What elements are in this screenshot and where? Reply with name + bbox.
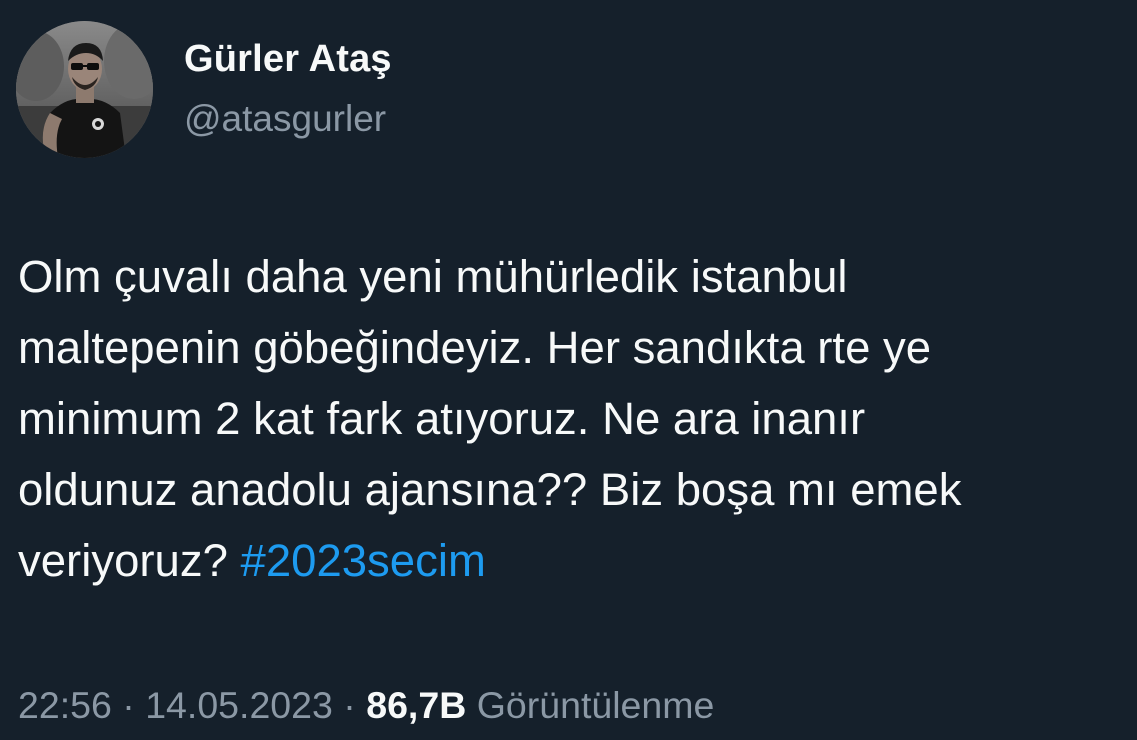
tweet-time[interactable]: 22:56 xyxy=(18,684,112,726)
author-display-name[interactable]: Gürler Ataş xyxy=(184,36,392,82)
avatar[interactable] xyxy=(16,21,153,158)
tweet-text-line: maltepenin göbeğindeyiz. Her sandıkta rt… xyxy=(18,322,932,373)
tweet-text: Olm çuvalı daha yeni mühürledik istanbul… xyxy=(18,241,1128,596)
avatar-photo-icon xyxy=(16,21,153,158)
views-count[interactable]: 86,7B xyxy=(366,684,466,726)
tweet-date[interactable]: 14.05.2023 xyxy=(145,684,333,726)
meta-separator: · xyxy=(343,684,356,726)
tweet-text-line: minimum 2 kat fark atıyoruz. Ne ara inan… xyxy=(18,393,866,444)
tweet-meta: 22:56 · 14.05.2023 · 86,7B Görüntülenme xyxy=(18,680,714,730)
tweet-text-fragment: veriyoruz? xyxy=(18,535,241,586)
tweet-text-line: Olm çuvalı daha yeni mühürledik istanbul xyxy=(18,251,848,302)
author-block: Gürler Ataş @atasgurler xyxy=(184,36,392,142)
tweet-card: Gürler Ataş @atasgurler Olm çuvalı daha … xyxy=(0,0,1137,740)
tweet-text-line: oldunuz anadolu ajansına?? Biz boşa mı e… xyxy=(18,464,962,515)
hashtag-link[interactable]: #2023secim xyxy=(241,535,486,586)
meta-separator: · xyxy=(122,684,135,726)
tweet-text-line-last: veriyoruz? #2023secim xyxy=(18,525,1128,596)
views-label: Görüntülenme xyxy=(476,684,715,726)
author-handle[interactable]: @atasgurler xyxy=(184,96,392,142)
